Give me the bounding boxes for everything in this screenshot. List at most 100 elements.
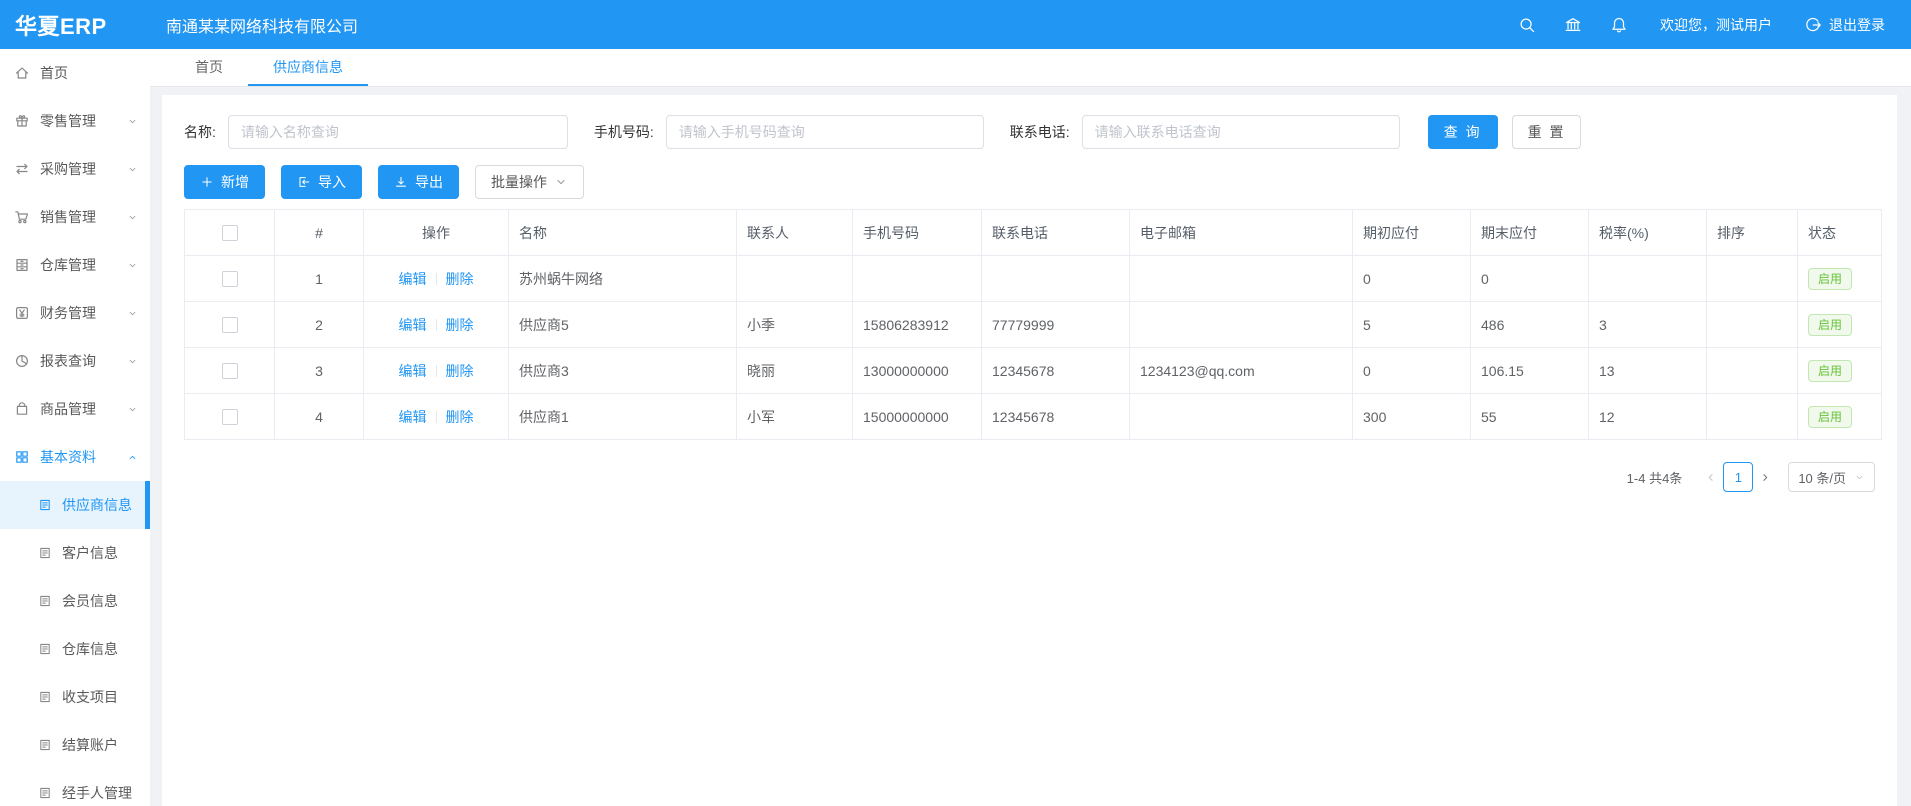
search-icon[interactable]	[1518, 16, 1536, 34]
sidebar-item-goods[interactable]: 商品管理	[0, 385, 150, 433]
delete-link[interactable]: 删除	[446, 271, 474, 287]
sidebar-subitem-warehouse-info[interactable]: 仓库信息	[0, 625, 150, 673]
bell-icon[interactable]	[1610, 16, 1628, 34]
delete-link[interactable]: 删除	[446, 409, 474, 425]
table-row: 1编辑删除苏州蜗牛网络00启用	[185, 256, 1882, 302]
cell-index: 1	[275, 256, 364, 302]
sidebar-item-home[interactable]: 首页	[0, 49, 150, 97]
cell-ops: 编辑 删除	[364, 394, 509, 440]
logout-button[interactable]: 退出登录	[1804, 15, 1885, 35]
sidebar-item-report[interactable]: 报表查询	[0, 337, 150, 385]
cell-email	[1130, 256, 1353, 302]
row-checkbox[interactable]	[222, 271, 238, 287]
sidebar-subitem-label: 会员信息	[62, 591, 138, 611]
table-row: 4编辑删除供应商1小军15000000000123456783005512启用	[185, 394, 1882, 440]
plus-icon	[200, 175, 214, 189]
cell-end-payable: 0	[1471, 256, 1589, 302]
row-checkbox[interactable]	[222, 363, 238, 379]
edit-link[interactable]: 编辑	[399, 409, 427, 425]
sidebar-item-purchase[interactable]: 采购管理	[0, 145, 150, 193]
cell-tel	[982, 256, 1130, 302]
sidebar-subitem-label: 收支项目	[62, 687, 138, 707]
chevron-down-icon	[127, 404, 138, 415]
reset-button[interactable]: 重 置	[1512, 115, 1582, 149]
tab-home[interactable]: 首页	[170, 49, 248, 86]
main-area: 首页供应商信息 名称: 手机号码: 联系电话: 查 询 重 置 新增 导入 导出	[150, 49, 1911, 806]
edit-link[interactable]: 编辑	[399, 363, 427, 379]
sidebar-subitem-handler-manage[interactable]: 经手人管理	[0, 769, 150, 806]
sidebar-subitem-member-info[interactable]: 会员信息	[0, 577, 150, 625]
sidebar-item-label: 基本资料	[40, 447, 127, 467]
sidebar-subitem-supplier-info[interactable]: 供应商信息	[0, 481, 150, 529]
column-header-email: 电子邮箱	[1130, 210, 1353, 256]
cell-index: 2	[275, 302, 364, 348]
prev-page-button[interactable]	[1704, 471, 1717, 484]
cell-ops: 编辑 删除	[364, 256, 509, 302]
sales-icon	[14, 209, 30, 225]
sidebar-item-label: 报表查询	[40, 351, 127, 371]
row-checkbox[interactable]	[222, 317, 238, 333]
sidebar-item-retail[interactable]: 零售管理	[0, 97, 150, 145]
sidebar-item-basic[interactable]: 基本资料	[0, 433, 150, 481]
logout-label: 退出登录	[1829, 15, 1885, 35]
delete-link[interactable]: 删除	[446, 317, 474, 333]
delete-link[interactable]: 删除	[446, 363, 474, 379]
topbar-right: 欢迎您，测试用户 退出登录	[1490, 15, 1911, 35]
phone-filter-input[interactable]	[666, 115, 984, 149]
cell-ops: 编辑 删除	[364, 348, 509, 394]
next-page-button[interactable]	[1759, 471, 1772, 484]
search-button[interactable]: 查 询	[1428, 115, 1498, 149]
cell-phone: 13000000000	[853, 348, 982, 394]
tel-filter-input[interactable]	[1082, 115, 1400, 149]
status-badge: 启用	[1808, 314, 1852, 336]
cell-phone: 15806283912	[853, 302, 982, 348]
chevron-down-icon	[127, 164, 138, 175]
cell-contact	[737, 256, 853, 302]
cell-tax-rate: 12	[1589, 394, 1707, 440]
import-button-label: 导入	[318, 172, 346, 192]
sidebar-item-label: 财务管理	[40, 303, 127, 323]
export-icon	[394, 175, 408, 189]
select-all-header-cell	[185, 210, 275, 256]
current-page-button[interactable]: 1	[1723, 462, 1753, 492]
edit-link[interactable]: 编辑	[399, 271, 427, 287]
sidebar-subitem-income-expense[interactable]: 收支项目	[0, 673, 150, 721]
status-badge: 启用	[1808, 360, 1852, 382]
sidebar-item-sales[interactable]: 销售管理	[0, 193, 150, 241]
cell-end-payable: 486	[1471, 302, 1589, 348]
cell-name: 苏州蜗牛网络	[509, 256, 737, 302]
cell-tax-rate: 13	[1589, 348, 1707, 394]
bank-icon[interactable]	[1564, 16, 1582, 34]
cell-phone	[853, 256, 982, 302]
sidebar-subitem-customer-info[interactable]: 客户信息	[0, 529, 150, 577]
cell-tax-rate: 3	[1589, 302, 1707, 348]
doc-icon	[38, 546, 52, 560]
batch-actions-dropdown[interactable]: 批量操作	[475, 165, 584, 199]
ops-divider	[436, 319, 437, 331]
cell-tel: 12345678	[982, 348, 1130, 394]
export-button[interactable]: 导出	[378, 165, 459, 199]
column-header-begin-payable: 期初应付	[1353, 210, 1471, 256]
name-filter-input[interactable]	[228, 115, 568, 149]
cell-email: 1234123@qq.com	[1130, 348, 1353, 394]
cell-email	[1130, 394, 1353, 440]
chevron-up-icon	[127, 452, 138, 463]
cell-name: 供应商1	[509, 394, 737, 440]
sidebar-item-warehouse[interactable]: 仓库管理	[0, 241, 150, 289]
row-checkbox[interactable]	[222, 409, 238, 425]
sidebar-subitem-settlement-account[interactable]: 结算账户	[0, 721, 150, 769]
retail-icon	[14, 113, 30, 129]
sidebar-item-finance[interactable]: 财务管理	[0, 289, 150, 337]
cell-phone: 15000000000	[853, 394, 982, 440]
import-button[interactable]: 导入	[281, 165, 362, 199]
tab-supplier-info[interactable]: 供应商信息	[248, 49, 368, 86]
edit-link[interactable]: 编辑	[399, 317, 427, 333]
page-size-select[interactable]: 10 条/页	[1788, 462, 1875, 492]
pagination-total: 1-4 共4条	[1627, 468, 1683, 487]
finance-icon	[14, 305, 30, 321]
cell-tax-rate	[1589, 256, 1707, 302]
purchase-icon	[14, 161, 30, 177]
add-button[interactable]: 新增	[184, 165, 265, 199]
chevron-down-icon	[127, 260, 138, 271]
select-all-checkbox[interactable]	[222, 225, 238, 241]
